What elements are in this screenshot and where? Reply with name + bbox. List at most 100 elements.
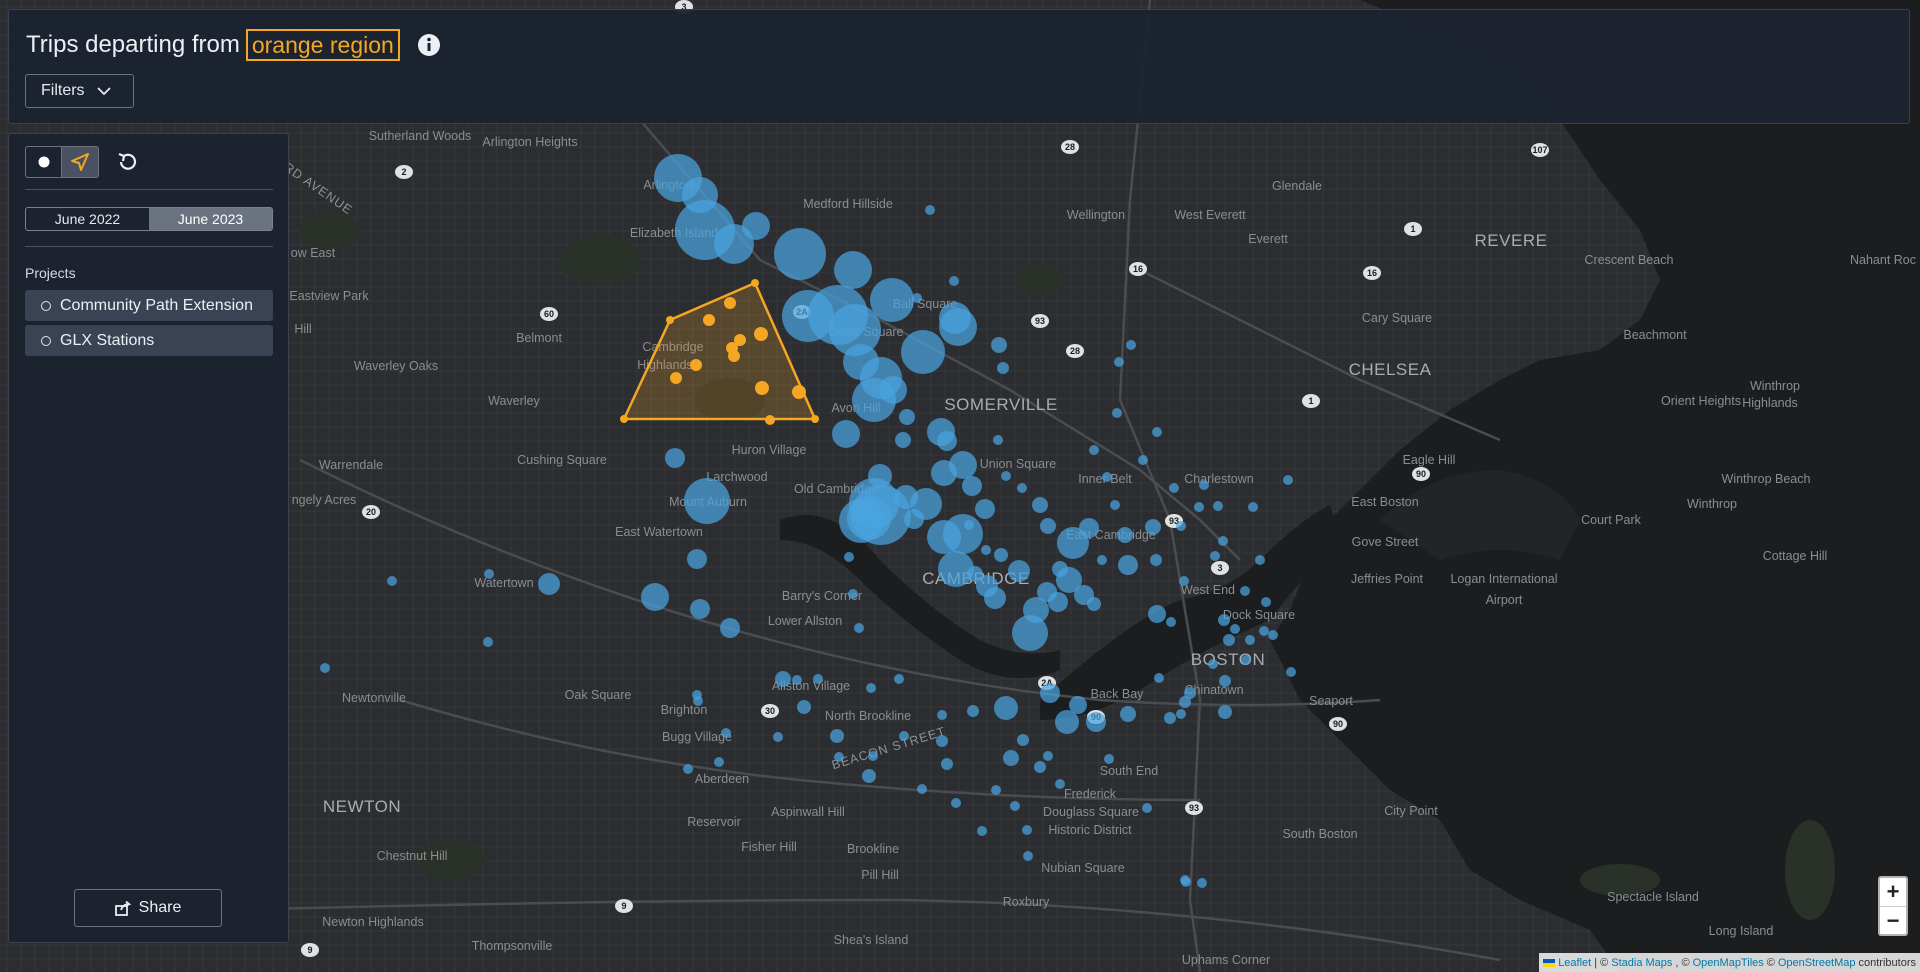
- trip-bubble[interactable]: [1230, 624, 1240, 634]
- trip-bubble[interactable]: [839, 499, 883, 543]
- polygon-vertex[interactable]: [620, 415, 628, 423]
- trip-bubble[interactable]: [997, 362, 1009, 374]
- openstreetmap-link[interactable]: OpenStreetMap: [1778, 957, 1856, 969]
- origin-station[interactable]: [670, 372, 682, 384]
- trip-bubble[interactable]: [1218, 705, 1232, 719]
- trip-bubble[interactable]: [1194, 502, 1204, 512]
- trip-bubble[interactable]: [834, 752, 844, 762]
- filters-button[interactable]: Filters: [25, 74, 134, 108]
- trip-bubble[interactable]: [483, 637, 493, 647]
- trip-bubble[interactable]: [993, 435, 1003, 445]
- trip-bubble[interactable]: [977, 826, 987, 836]
- trip-bubble[interactable]: [641, 583, 669, 611]
- trip-bubble[interactable]: [1043, 751, 1053, 761]
- trip-bubble[interactable]: [687, 549, 707, 569]
- trip-bubble[interactable]: [1218, 536, 1228, 546]
- polygon-vertex[interactable]: [811, 415, 819, 423]
- trip-bubble[interactable]: [1261, 597, 1271, 607]
- trip-bubble[interactable]: [981, 545, 991, 555]
- trip-bubble[interactable]: [943, 514, 983, 554]
- trip-bubble[interactable]: [894, 674, 904, 684]
- trip-bubble[interactable]: [797, 700, 811, 714]
- trip-bubble[interactable]: [1199, 480, 1209, 490]
- trip-bubble[interactable]: [1138, 455, 1148, 465]
- trip-bubble[interactable]: [951, 798, 961, 808]
- trip-bubble[interactable]: [693, 696, 703, 706]
- trip-bubble[interactable]: [1008, 560, 1030, 582]
- trip-bubble[interactable]: [1240, 586, 1250, 596]
- trip-bubble[interactable]: [1118, 555, 1138, 575]
- project-glx-stations[interactable]: GLX Stations: [25, 325, 273, 356]
- stadia-link[interactable]: Stadia Maps: [1611, 957, 1672, 969]
- polygon-vertex[interactable]: [751, 279, 759, 287]
- trip-bubble[interactable]: [1218, 614, 1230, 626]
- trip-bubble[interactable]: [991, 785, 1001, 795]
- trip-bubble[interactable]: [899, 409, 915, 425]
- origin-station[interactable]: [792, 385, 806, 399]
- trip-bubble[interactable]: [683, 764, 693, 774]
- info-icon[interactable]: [416, 32, 442, 58]
- trip-bubble[interactable]: [870, 278, 914, 322]
- origin-station[interactable]: [755, 381, 769, 395]
- trip-bubble[interactable]: [991, 337, 1007, 353]
- trip-bubble[interactable]: [1210, 551, 1220, 561]
- trip-bubble[interactable]: [1245, 635, 1255, 645]
- trip-bubble[interactable]: [975, 499, 995, 519]
- project-community-path-extension[interactable]: Community Path Extension: [25, 290, 273, 321]
- point-mode-button[interactable]: [25, 146, 62, 178]
- trip-bubble[interactable]: [773, 732, 783, 742]
- reset-button[interactable]: [112, 146, 144, 178]
- trip-bubble[interactable]: [1117, 527, 1133, 543]
- trip-bubble[interactable]: [1255, 555, 1265, 565]
- trip-bubble[interactable]: [742, 212, 770, 240]
- trip-bubble[interactable]: [994, 696, 1018, 720]
- polygon-vertex[interactable]: [666, 316, 674, 324]
- trip-bubble[interactable]: [1176, 709, 1186, 719]
- trip-bubble[interactable]: [1052, 561, 1068, 577]
- trip-bubble[interactable]: [774, 228, 826, 280]
- polygon-select-button[interactable]: [62, 146, 99, 178]
- trip-bubble[interactable]: [1241, 655, 1251, 665]
- date-option-june-2023[interactable]: June 2023: [149, 208, 272, 230]
- trip-bubble[interactable]: [1154, 673, 1164, 683]
- zoom-out-button[interactable]: −: [1880, 907, 1906, 935]
- trip-bubble[interactable]: [775, 671, 791, 687]
- trip-bubble[interactable]: [962, 476, 982, 496]
- trip-bubble[interactable]: [866, 683, 876, 693]
- trip-bubble[interactable]: [684, 478, 730, 524]
- trip-bubble[interactable]: [1055, 779, 1065, 789]
- trip-bubble[interactable]: [832, 420, 860, 448]
- trip-bubble[interactable]: [1148, 605, 1166, 623]
- trip-bubble[interactable]: [1179, 696, 1191, 708]
- leaflet-link[interactable]: Leaflet: [1558, 957, 1591, 969]
- trip-bubble[interactable]: [484, 569, 494, 579]
- trip-bubble[interactable]: [862, 769, 876, 783]
- trip-bubble[interactable]: [994, 548, 1008, 562]
- trip-bubble[interactable]: [1074, 585, 1094, 605]
- trip-bubble[interactable]: [904, 509, 924, 529]
- trip-bubble[interactable]: [1022, 825, 1032, 835]
- trip-bubble[interactable]: [936, 735, 948, 747]
- trip-bubble[interactable]: [949, 451, 977, 479]
- trip-bubble[interactable]: [1010, 801, 1020, 811]
- trip-bubble[interactable]: [917, 784, 927, 794]
- trip-bubble[interactable]: [939, 302, 971, 334]
- trip-bubble[interactable]: [1034, 761, 1046, 773]
- trip-bubble[interactable]: [848, 589, 858, 599]
- trip-bubble[interactable]: [1104, 754, 1114, 764]
- trip-bubble[interactable]: [1181, 877, 1191, 887]
- origin-station[interactable]: [765, 415, 775, 425]
- trip-bubble[interactable]: [1110, 500, 1120, 510]
- trip-bubble[interactable]: [690, 599, 710, 619]
- trip-bubble[interactable]: [830, 729, 844, 743]
- trip-bubble[interactable]: [1213, 501, 1223, 511]
- trip-bubble[interactable]: [1017, 483, 1027, 493]
- trip-bubble[interactable]: [1259, 626, 1269, 636]
- trip-bubble[interactable]: [792, 675, 802, 685]
- trip-bubble[interactable]: [964, 520, 974, 530]
- trip-bubble[interactable]: [1089, 445, 1099, 455]
- trip-bubble[interactable]: [899, 731, 909, 741]
- trip-bubble[interactable]: [1126, 340, 1136, 350]
- trip-bubble[interactable]: [925, 205, 935, 215]
- trip-bubble[interactable]: [1012, 615, 1048, 651]
